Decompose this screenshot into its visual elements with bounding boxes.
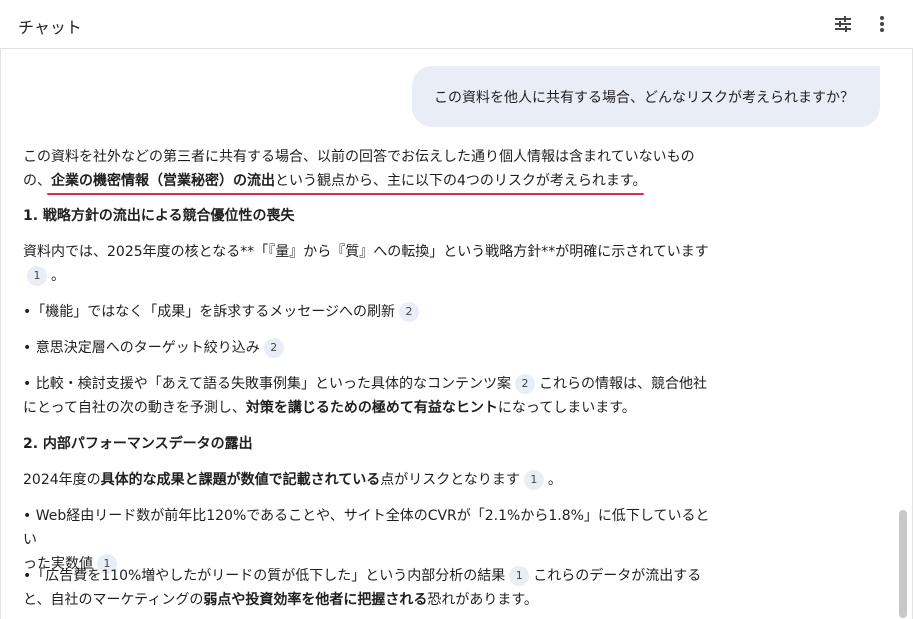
chat-header: チャット: [0, 0, 913, 49]
bullet-line-1: • 比較・検討支援や「あえて語る失敗事例集」といった具体的なコンテンツ案 2 これら…: [23, 372, 713, 396]
bullet-item: •「広告費を110%増やしたがリードの質が低下した」という内部分析の結果 1 これら…: [23, 564, 713, 612]
citation-chip[interactable]: 1: [509, 566, 530, 586]
bullet-text: にとって自社の次の動きを予測し、: [23, 400, 246, 416]
intro-text-end: という観点から、主に以下の4つのリスクが考えられます。: [275, 173, 647, 189]
citation-chip[interactable]: 1: [27, 266, 47, 286]
citation-chip[interactable]: 2: [263, 338, 284, 358]
scrollbar-thumb[interactable]: [899, 510, 907, 618]
paragraph-1: 資料内では、2025年度の核となる**「『量』から『質』への転換」という戦略方針…: [23, 240, 713, 288]
bullet-text: と、自社のマーケティングの: [23, 592, 204, 608]
bullet-bold: 対策を講じるための極めて有益なヒント: [245, 400, 498, 416]
intro-line-2: の、企業の機密情報（営業秘密）の流出という観点から、主に以下の4つのリスクが考え…: [23, 169, 713, 193]
intro-text: の、: [23, 173, 51, 189]
highlight-underline: [47, 193, 644, 195]
citation-chip[interactable]: 2: [515, 374, 536, 394]
bullet-text-after: これらの情報は、競合他社: [539, 376, 708, 392]
bullet-text: •「広告費を110%増やしたがリードの質が低下した」という内部分析の結果: [23, 568, 506, 584]
p2-text: 2024年度の: [23, 472, 101, 488]
section-heading-1: 1. 戦略方針の流出による競合優位性の喪失: [23, 208, 295, 224]
bullet-text-after: これらのデータが流出する: [533, 568, 702, 584]
bullet-line-1: • Web経由リード数が前年比120%であることや、サイト全体のCVRが「2.1…: [23, 508, 710, 548]
intro-line-1: この資料を社外などの第三者に共有する場合、以前の回答でお伝えした通り個人情報は含…: [23, 149, 695, 165]
tune-icon[interactable]: [831, 12, 855, 36]
p2-bold: 具体的な成果と課題が数値で記載されている: [100, 472, 381, 488]
response-intro: この資料を社外などの第三者に共有する場合、以前の回答でお伝えした通り個人情報は含…: [23, 145, 713, 193]
bullet-item: •「機能」ではなく「成果」を訴求するメッセージへの刷新 2: [23, 300, 713, 324]
bullet-line-1: •「広告費を110%増やしたがリードの質が低下した」という内部分析の結果 1 これら…: [23, 564, 713, 588]
header-title: チャット: [18, 18, 82, 37]
intro-bold: 企業の機密情報（営業秘密）の流出: [51, 173, 275, 189]
bullet-text-end: になってしまいます。: [497, 400, 636, 416]
citation-chip[interactable]: 1: [523, 470, 544, 490]
paragraph-2: 2024年度の具体的な成果と課題が数値で記載されている点がリスクとなります 1。: [23, 468, 713, 492]
section-heading-2: 2. 内部パフォーマンスデータの露出: [23, 436, 253, 452]
more-vert-icon[interactable]: [870, 12, 894, 36]
bullet-item: • 意思決定層へのターゲット絞り込み 2: [23, 336, 713, 360]
bullet-text: •「機能」ではなく「成果」を訴求するメッセージへの刷新: [23, 304, 395, 320]
p1-text: 資料内では、2025年度の核となる**「『量』から『質』への転換」という戦略方針…: [23, 244, 709, 260]
bullet-text-end: 恐れがあります。: [427, 592, 538, 608]
bullet-bold: 弱点や投資効率を他者に把握される: [203, 592, 428, 608]
user-message-bubble: この資料を他人に共有する場合、どんなリスクが考えられますか？: [412, 66, 880, 127]
bullet-text: • 意思決定層へのターゲット絞り込み: [23, 340, 260, 356]
bullet-line-2: と、自社のマーケティングの弱点や投資効率を他者に把握される恐れがあります。: [23, 588, 713, 612]
citation-chip[interactable]: 2: [398, 302, 419, 322]
chat-messages: この資料を他人に共有する場合、どんなリスクが考えられますか？ この資料を社外など…: [0, 50, 898, 619]
bullet-item: • 比較・検討支援や「あえて語る失敗事例集」といった具体的なコンテンツ案 2 これら…: [23, 372, 713, 420]
p1-end: 。: [51, 268, 65, 284]
bullet-line-2: にとって自社の次の動きを予測し、対策を講じるための極めて有益なヒントになってしま…: [23, 396, 713, 420]
p2-text-mid: 点がリスクとなります: [380, 472, 520, 488]
p1-line-2: 1。: [23, 264, 713, 288]
p2-end: 。: [547, 472, 562, 488]
bullet-text: • 比較・検討支援や「あえて語る失敗事例集」といった具体的なコンテンツ案: [23, 376, 512, 392]
